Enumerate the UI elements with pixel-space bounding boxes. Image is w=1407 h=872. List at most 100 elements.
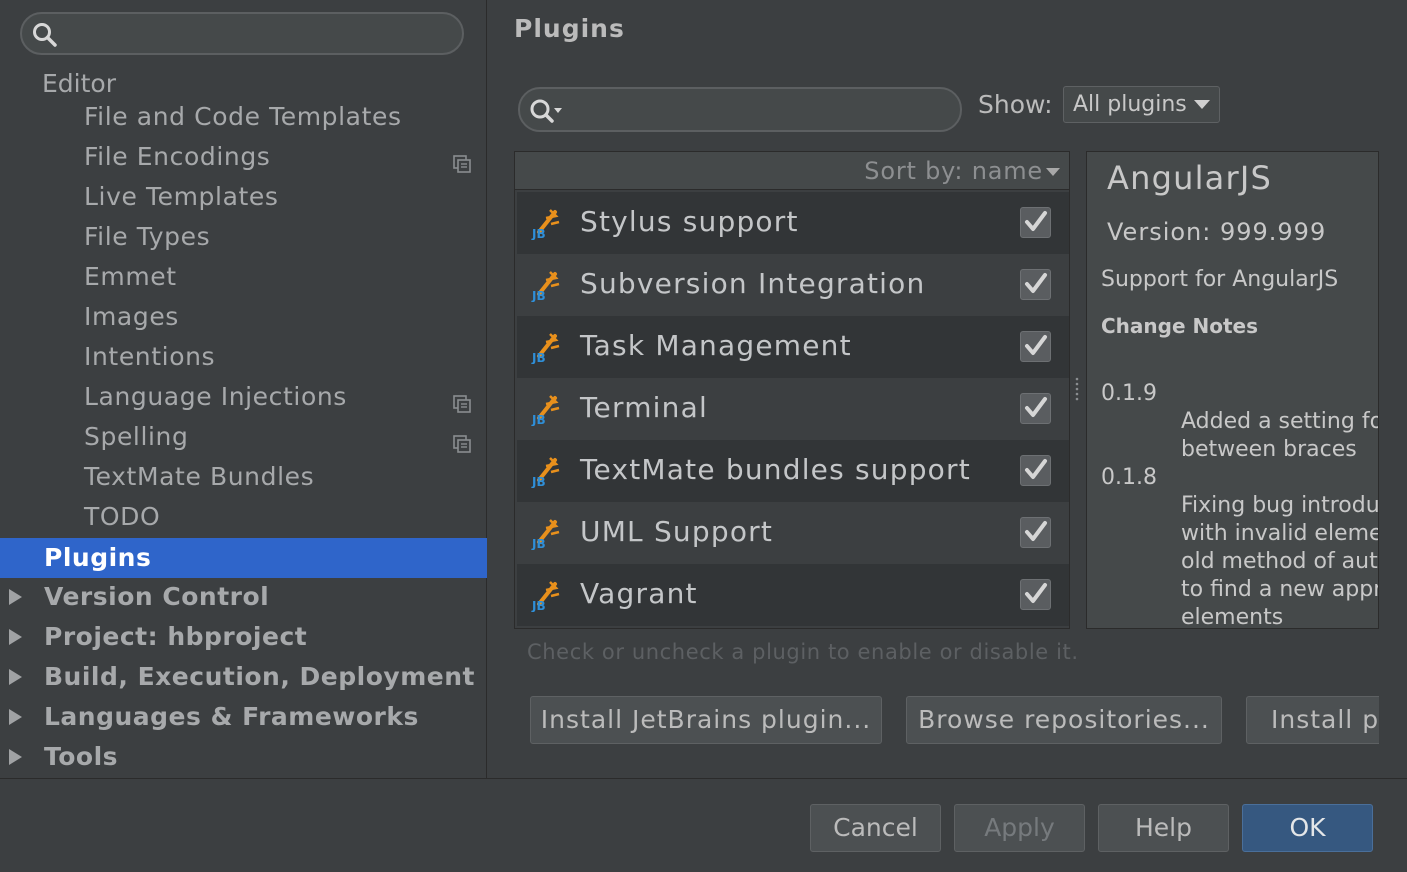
tree-item-build-execution-deployment[interactable]: Build, Execution, Deployment [0, 657, 487, 697]
tree-item-live-templates[interactable]: Live Templates [0, 177, 487, 217]
expand-arrow-icon[interactable] [9, 709, 22, 725]
tree-item-label: Images [84, 302, 179, 331]
tree-item-label: Version Control [44, 582, 270, 611]
plugin-detail-description: Support for AngularJS [1101, 267, 1339, 292]
tree-item-label: Project: hbproject [44, 622, 308, 651]
jetbrains-plugin-icon: JB [529, 330, 563, 368]
tree-item-label: Build, Execution, Deployment [44, 662, 475, 691]
tree-item-version-control[interactable]: Version Control [0, 577, 487, 617]
tree-item-file-types[interactable]: File Types [0, 217, 487, 257]
sidebar-search-input[interactable] [66, 20, 446, 48]
tree-item-todo[interactable]: TODO [0, 497, 487, 537]
tree-item-textmate-bundles[interactable]: TextMate Bundles [0, 457, 487, 497]
tree-item-label: File Types [84, 222, 211, 251]
show-filter-dropdown[interactable]: All plugins [1063, 86, 1220, 123]
change-note-version: 0.1.8 [1101, 465, 1157, 490]
help-button[interactable]: Help [1098, 804, 1229, 852]
expand-arrow-icon[interactable] [9, 749, 22, 765]
tree-item-label: Intentions [84, 342, 216, 371]
plugin-row[interactable]: JB Task Management [517, 316, 1069, 378]
tree-item-language-injections[interactable]: Language Injections [0, 377, 487, 417]
plugin-enabled-checkbox[interactable] [1020, 331, 1051, 362]
plugin-enabled-checkbox[interactable] [1020, 393, 1051, 424]
chevron-down-icon[interactable] [1046, 168, 1060, 176]
plugin-name: Vagrant [580, 577, 698, 610]
tree-item-label: Live Templates [84, 182, 279, 211]
jetbrains-plugin-icon: JB [529, 578, 563, 616]
jetbrains-plugin-icon: JB [529, 516, 563, 554]
jetbrains-plugin-icon: JB [529, 206, 563, 244]
apply-button[interactable]: Apply [954, 804, 1085, 852]
plugin-search-field[interactable] [518, 87, 962, 132]
tree-item-file-encodings[interactable]: File Encodings [0, 137, 487, 177]
tree-item-file-code-templates[interactable]: File and Code Templates [0, 97, 487, 137]
tree-item-images[interactable]: Images [0, 297, 487, 337]
tree-item-label: File Encodings [84, 142, 271, 171]
plugin-search-input[interactable] [570, 97, 940, 125]
plugin-name: Terminal [580, 391, 708, 424]
splitter-handle[interactable] [1074, 376, 1080, 404]
tree-item-label: File and Code Templates [84, 102, 402, 131]
checkmark-icon [1025, 459, 1047, 479]
plugin-name: Task Management [580, 329, 852, 362]
change-notes-heading: Change Notes [1101, 314, 1259, 338]
cancel-button[interactable]: Cancel [810, 804, 941, 852]
expand-arrow-icon[interactable] [9, 589, 22, 605]
plugin-row[interactable]: JB TextMate bundles support [517, 440, 1069, 502]
tree-item-project[interactable]: Project: hbproject [0, 617, 487, 657]
ok-button[interactable]: OK [1242, 804, 1373, 852]
tree-item-plugins[interactable]: Plugins [0, 538, 487, 578]
tree-item-tools[interactable]: Tools [0, 737, 487, 777]
plugin-row[interactable]: JB UML Support [517, 502, 1069, 564]
install-from-disk-button[interactable]: Install pl [1246, 696, 1386, 744]
tree-item-label: Language Injections [84, 382, 347, 411]
expand-arrow-icon[interactable] [9, 669, 22, 685]
tree-item-label: Plugins [44, 543, 152, 572]
jetbrains-plugin-icon: JB [529, 392, 563, 430]
svg-text:JB: JB [531, 599, 546, 612]
plugin-enabled-checkbox[interactable] [1020, 455, 1051, 486]
tree-item-label: Tools [44, 742, 119, 771]
sort-header[interactable]: Sort by: name [515, 152, 1069, 190]
change-note-line: to find a new appro [1181, 577, 1379, 602]
search-with-options-icon[interactable] [528, 97, 564, 129]
plugin-hint-text: Check or uncheck a plugin to enable or d… [527, 640, 1079, 664]
chevron-down-icon [1194, 100, 1210, 109]
sidebar-search-field[interactable] [20, 12, 464, 55]
plugin-enabled-checkbox[interactable] [1020, 579, 1051, 610]
footer-divider [0, 778, 1407, 779]
plugin-row[interactable]: JB Vagrant [517, 564, 1069, 626]
expand-arrow-icon[interactable] [9, 629, 22, 645]
plugin-detail-panel: AngularJS Version: 999.999 Support for A… [1086, 151, 1379, 629]
jetbrains-plugin-icon: JB [529, 268, 563, 306]
plugin-enabled-checkbox[interactable] [1020, 207, 1051, 238]
search-icon [32, 22, 58, 52]
tree-item-intentions[interactable]: Intentions [0, 337, 487, 377]
plugin-enabled-checkbox[interactable] [1020, 517, 1051, 548]
checkmark-icon [1025, 335, 1047, 355]
tree-item-languages-frameworks[interactable]: Languages & Frameworks [0, 697, 487, 737]
checkmark-icon [1025, 583, 1047, 603]
sort-by-label[interactable]: Sort by: name [864, 157, 1043, 185]
svg-text:JB: JB [531, 351, 546, 364]
settings-sidebar: Editor File and Code Templates File Enco… [0, 0, 487, 778]
svg-text:JB: JB [531, 413, 546, 426]
tree-item-emmet[interactable]: Emmet [0, 257, 487, 297]
change-note-line: Added a setting fo [1181, 409, 1379, 434]
page-title: Plugins [514, 14, 625, 43]
svg-text:JB: JB [531, 537, 546, 550]
plugin-row[interactable]: JB Terminal [517, 378, 1069, 440]
plugin-name: UML Support [580, 515, 774, 548]
plugin-row[interactable]: JB Stylus support [517, 192, 1069, 254]
install-jetbrains-plugin-button[interactable]: Install JetBrains plugin... [530, 696, 882, 744]
plugin-enabled-checkbox[interactable] [1020, 269, 1051, 300]
show-filter-label: Show: [978, 90, 1053, 119]
show-filter-value: All plugins [1073, 92, 1187, 117]
tree-item-spelling[interactable]: Spelling [0, 417, 487, 457]
plugin-name: Stylus support [580, 205, 799, 238]
svg-text:JB: JB [531, 475, 546, 488]
browse-repositories-button[interactable]: Browse repositories... [906, 696, 1222, 744]
change-note-line: with invalid elemer [1181, 521, 1379, 546]
plugin-row[interactable]: JB Subversion Integration [517, 254, 1069, 316]
change-note-line: Fixing bug introdu [1181, 493, 1379, 518]
